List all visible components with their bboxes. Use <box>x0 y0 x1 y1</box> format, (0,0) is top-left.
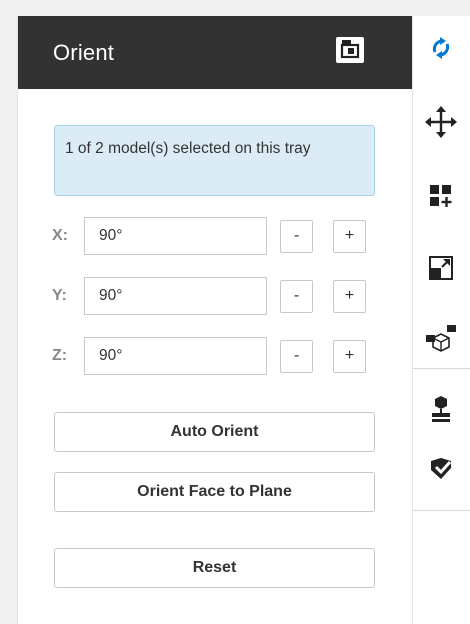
axis-row-x: X: - + <box>18 217 413 255</box>
orient-tool-button[interactable] <box>421 28 461 68</box>
arrange-icon <box>430 185 452 207</box>
pin-panel-icon <box>340 40 360 59</box>
scale-tool-button[interactable] <box>421 248 461 288</box>
y-decrement-button[interactable]: - <box>280 280 313 313</box>
toolbar-divider <box>413 510 470 511</box>
move-tool-button[interactable] <box>421 102 461 142</box>
panel-header: Orient <box>18 16 413 89</box>
z-rotation-input[interactable] <box>84 337 267 375</box>
print-prep-icon <box>432 396 450 422</box>
x-decrement-button[interactable]: - <box>280 220 313 253</box>
check-icon <box>431 458 452 479</box>
axis-row-y: Y: - + <box>18 277 413 315</box>
selection-info: 1 of 2 model(s) selected on this tray <box>54 125 375 196</box>
y-increment-button[interactable]: + <box>333 280 366 313</box>
x-increment-button[interactable]: + <box>333 220 366 253</box>
arrange-tool-button[interactable] <box>421 176 461 216</box>
orient-panel: Orient 1 of 2 model(s) selected on this … <box>17 16 413 624</box>
pin-panel-button[interactable] <box>336 37 364 63</box>
auto-orient-button[interactable]: Auto Orient <box>54 412 375 452</box>
axis-label-x: X: <box>52 227 68 244</box>
z-decrement-button[interactable]: - <box>280 340 313 373</box>
orient-face-to-plane-button[interactable]: Orient Face to Plane <box>54 472 375 512</box>
supports-icon <box>426 325 456 352</box>
x-rotation-input[interactable] <box>84 217 267 255</box>
print-prep-tool-button[interactable] <box>421 388 461 428</box>
scale-icon <box>429 256 453 280</box>
axis-row-z: Z: - + <box>18 337 413 375</box>
supports-tool-button[interactable] <box>421 318 461 358</box>
axis-label-z: Z: <box>52 347 68 364</box>
orient-icon <box>432 37 450 59</box>
tool-sidebar <box>412 16 470 624</box>
panel-title: Orient <box>53 40 115 65</box>
move-icon <box>425 106 457 138</box>
y-rotation-input[interactable] <box>84 277 267 315</box>
axis-label-y: Y: <box>52 287 67 304</box>
check-tool-button[interactable] <box>421 448 461 488</box>
toolbar-divider <box>413 368 470 369</box>
reset-button[interactable]: Reset <box>54 548 375 588</box>
z-increment-button[interactable]: + <box>333 340 366 373</box>
